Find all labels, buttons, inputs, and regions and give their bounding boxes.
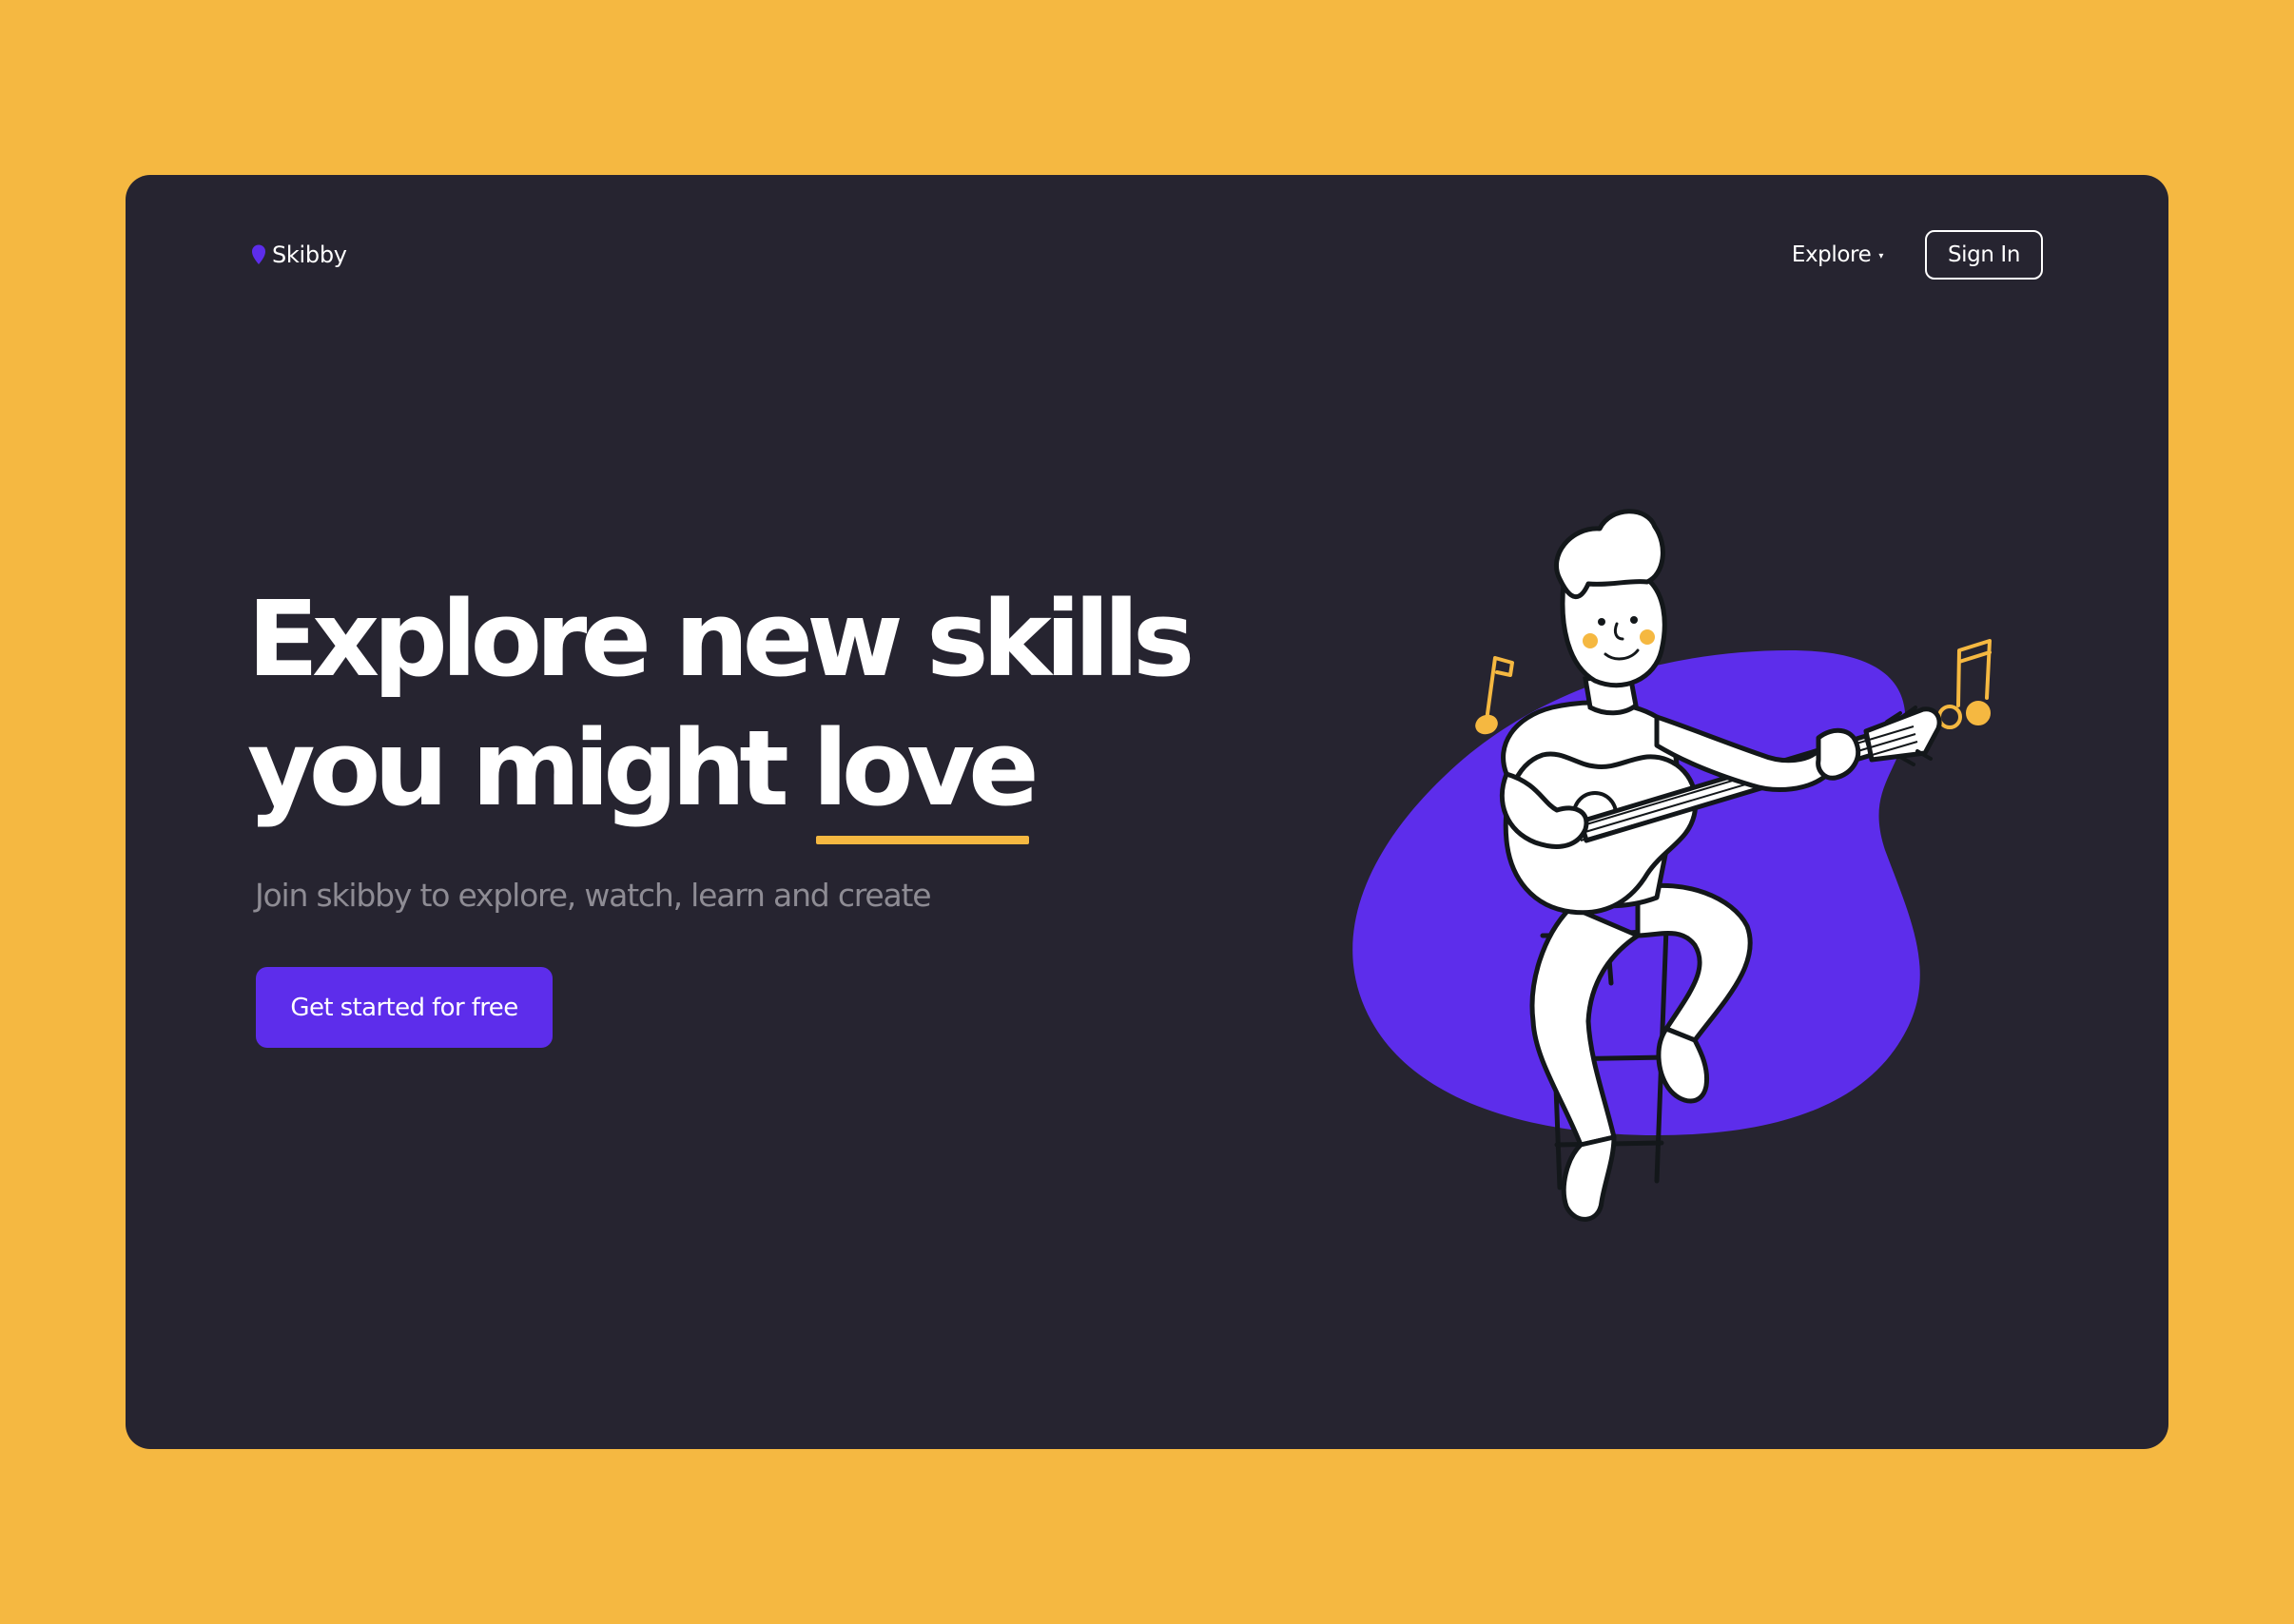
chevron-down-icon: ▾: [1878, 251, 1883, 261]
brand-logo[interactable]: Skibby: [251, 242, 347, 268]
explore-menu[interactable]: Explore ▾: [1791, 242, 1884, 267]
landing-card: Skibby Explore ▾ Sign In Explore new ski…: [126, 175, 2168, 1449]
hero-title-line-1: Explore new skills: [247, 578, 1195, 700]
hero-title-line-2: you might love: [247, 704, 1188, 844]
double-music-note-icon: [1937, 639, 1992, 729]
hero-title-highlight: love: [812, 704, 1040, 844]
music-note-icon: [1475, 656, 1514, 735]
explore-label: Explore: [1791, 242, 1872, 267]
hero-title-prefix: you might: [247, 707, 813, 829]
sign-in-button[interactable]: Sign In: [1924, 230, 2043, 280]
get-started-button[interactable]: Get started for free: [256, 967, 553, 1048]
brand-name: Skibby: [272, 242, 347, 268]
logo-drop-icon: [252, 244, 265, 264]
hero-title: Explore new skills you might love: [247, 574, 1195, 844]
guitar-player-illustration: [1352, 509, 1992, 1222]
hero-subtitle: Join skibby to explore, watch, learn and…: [255, 877, 932, 914]
top-nav: Explore ▾ Sign In: [1792, 230, 2043, 280]
hair: [1554, 509, 1665, 600]
head: [1554, 509, 1667, 688]
